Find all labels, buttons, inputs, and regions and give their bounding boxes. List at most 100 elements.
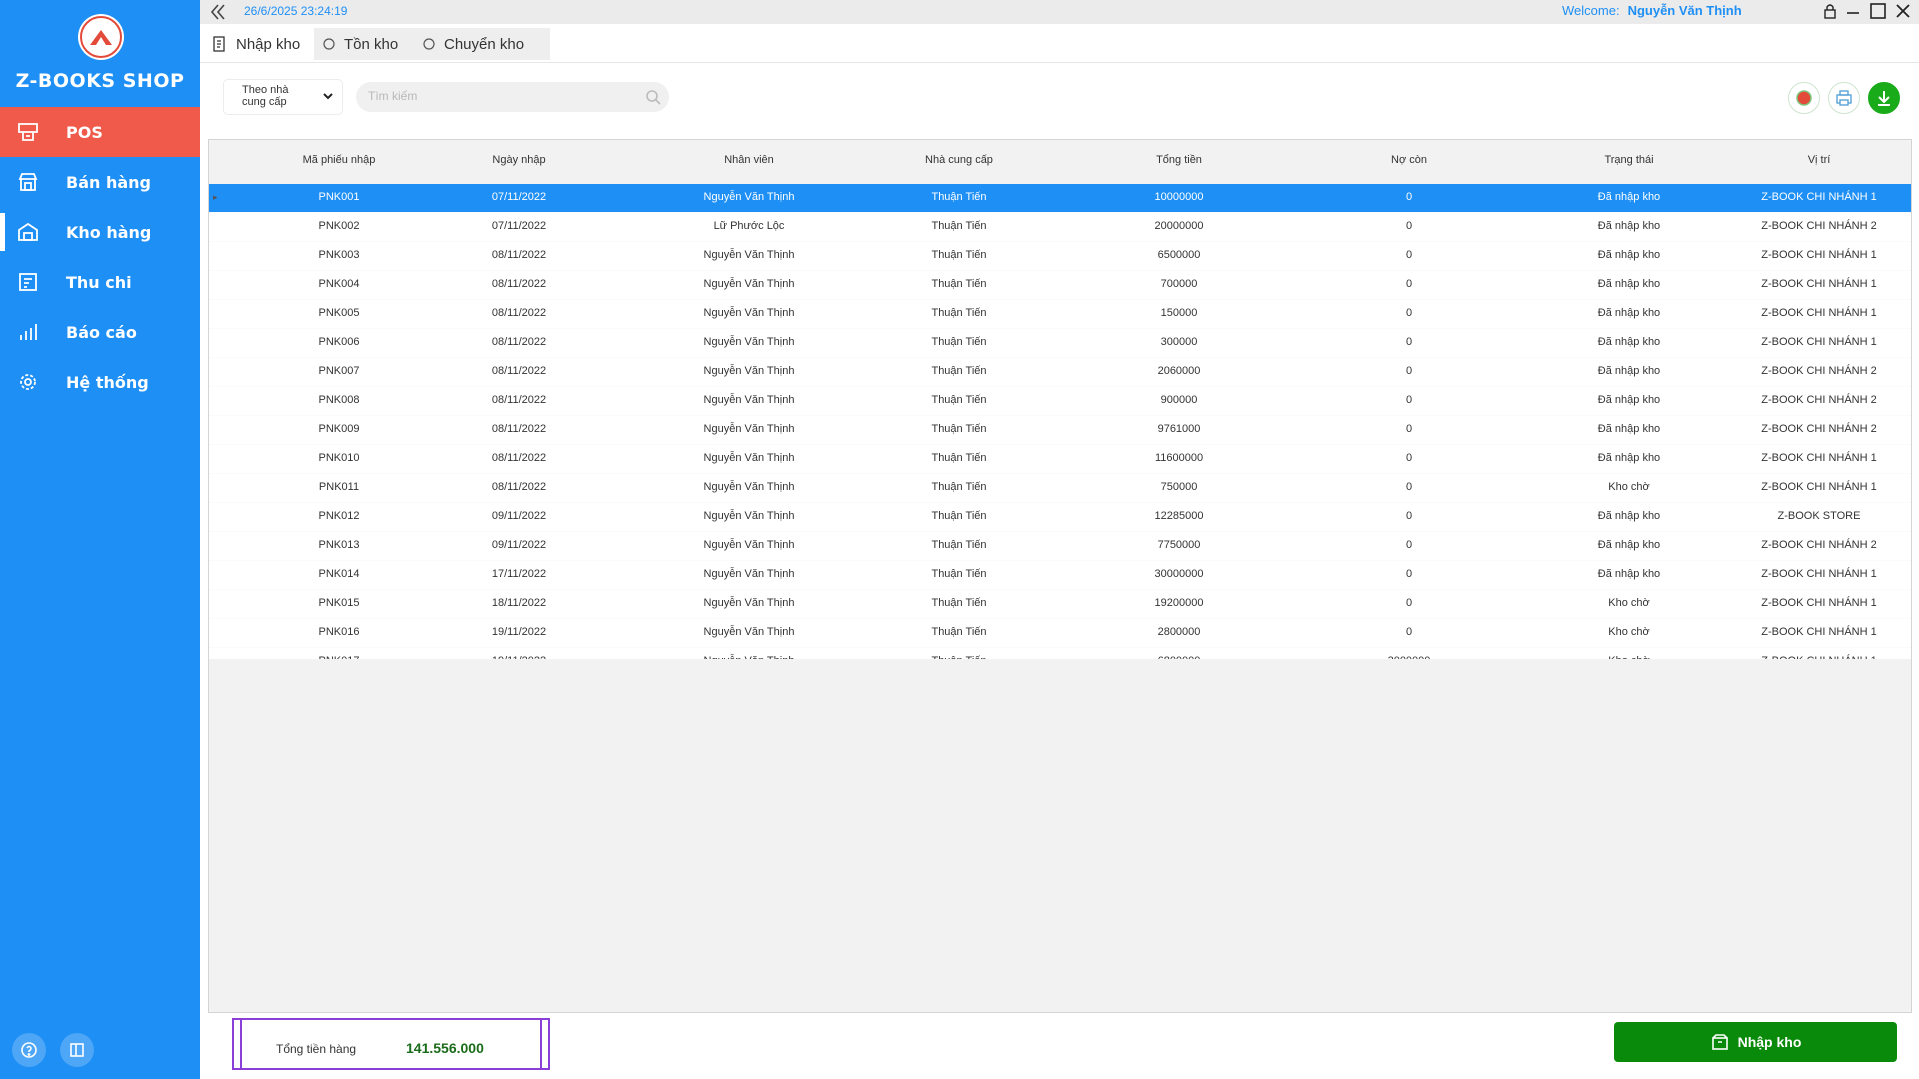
table-cell: Thuận Tiến bbox=[931, 191, 987, 203]
tab-bar: Nhập kho Tồn kho Chuyển kho bbox=[200, 24, 1919, 63]
table-cell: Z-BOOK CHI NHÁNH 1 bbox=[1761, 191, 1877, 203]
tab-nhap-kho[interactable]: Nhập kho bbox=[204, 28, 324, 60]
help-button[interactable] bbox=[12, 1033, 46, 1067]
supplier-filter-select[interactable]: Theo nhà cung cấp bbox=[224, 80, 342, 114]
table-cell: 300000 bbox=[1160, 336, 1198, 348]
table-cell: Z-BOOK CHI NHÁNH 2 bbox=[1761, 365, 1877, 377]
table-cell: Z-BOOK CHI NHÁNH 1 bbox=[1761, 481, 1877, 493]
print-button[interactable] bbox=[1828, 82, 1860, 114]
toolbar-actions bbox=[1788, 82, 1900, 114]
sidebar-item-label: Hệ thống bbox=[66, 372, 149, 392]
col-header[interactable]: Mã phiếu nhập bbox=[249, 154, 429, 166]
import-doc-icon bbox=[212, 36, 228, 52]
sidebar-item-thu-chi[interactable]: Thu chi bbox=[0, 257, 200, 307]
table-cell: Thuận Tiến bbox=[931, 336, 987, 348]
maximize-button[interactable] bbox=[1869, 2, 1887, 25]
table-cell: Nguyễn Văn Thịnh bbox=[703, 278, 795, 290]
table-cell: 7750000 bbox=[1157, 539, 1201, 551]
table-cell: Z-BOOK CHI NHÁNH 1 bbox=[1761, 249, 1877, 261]
search-input[interactable] bbox=[366, 88, 630, 104]
table-cell: PNK011 bbox=[318, 481, 360, 493]
col-header[interactable]: Nhà cung cấp bbox=[869, 154, 1049, 166]
minimize-button[interactable] bbox=[1845, 3, 1861, 24]
col-header[interactable]: Nợ còn bbox=[1309, 154, 1509, 166]
table-cell: 30000000 bbox=[1154, 568, 1204, 580]
table-row[interactable]: PNK011 08/11/2022 Nguyễn Văn Thịnh Thuận Ti… bbox=[209, 474, 1911, 503]
sidebar-item-ban-hang[interactable]: Bán hàng bbox=[0, 157, 200, 207]
table-cell: Nguyễn Văn Thịnh bbox=[703, 365, 795, 377]
table-row[interactable]: ▸ PNK001 07/11/2022 Nguyễn Văn Thịnh Thuận T… bbox=[209, 184, 1911, 213]
table-row[interactable]: PNK014 17/11/2022 Nguyễn Văn Thịnh Thuận Ti… bbox=[209, 561, 1911, 590]
table-cell: 150000 bbox=[1160, 307, 1198, 319]
table-row[interactable]: PNK002 07/11/2022 Lữ Phước Lộc Thuận Tiến 20… bbox=[209, 213, 1911, 242]
col-header[interactable]: Ngày nhập bbox=[449, 154, 589, 166]
table-cell: 0 bbox=[1405, 220, 1413, 232]
close-icon bbox=[1896, 4, 1910, 18]
table-cell: 6500000 bbox=[1157, 249, 1201, 261]
table-cell: PNK009 bbox=[318, 423, 360, 435]
tab-chuyen-kho[interactable]: Chuyển kho bbox=[414, 28, 550, 60]
minimize-icon bbox=[1847, 12, 1859, 14]
record-button[interactable] bbox=[1788, 82, 1820, 114]
lock-button[interactable] bbox=[1823, 3, 1837, 24]
close-button[interactable] bbox=[1895, 3, 1911, 24]
record-icon bbox=[1796, 90, 1812, 106]
table-row[interactable]: PNK006 08/11/2022 Nguyễn Văn Thịnh Thuận Ti… bbox=[209, 329, 1911, 358]
table-cell: PNK005 bbox=[318, 307, 360, 319]
sidebar-item-kho-hang[interactable]: Kho hàng bbox=[0, 207, 200, 257]
table-cell: Đã nhập kho bbox=[1597, 510, 1661, 522]
download-icon bbox=[1878, 91, 1890, 106]
table-row[interactable]: PNK012 09/11/2022 Nguyễn Văn Thịnh Thuận Ti… bbox=[209, 503, 1911, 532]
table-cell: 0 bbox=[1405, 191, 1413, 203]
sidebar-item-label: POS bbox=[66, 122, 103, 142]
download-button[interactable] bbox=[1868, 82, 1900, 114]
sidebar-item-pos[interactable]: POS bbox=[0, 107, 200, 157]
total-panel: Tổng tiền hàng 141.556.000 bbox=[232, 1018, 550, 1070]
table-row[interactable]: PNK004 08/11/2022 Nguyễn Văn Thịnh Thuận Ti… bbox=[209, 271, 1911, 300]
table-row[interactable]: PNK009 08/11/2022 Nguyễn Văn Thịnh Thuận Ti… bbox=[209, 416, 1911, 445]
table-row[interactable]: PNK003 08/11/2022 Nguyễn Văn Thịnh Thuận Ti… bbox=[209, 242, 1911, 271]
col-header[interactable]: Nhân viên bbox=[649, 154, 849, 166]
table-cell: Thuận Tiến bbox=[931, 307, 987, 319]
table-row[interactable]: PNK008 08/11/2022 Nguyễn Văn Thịnh Thuận Ti… bbox=[209, 387, 1911, 416]
col-header[interactable]: Trạng thái bbox=[1529, 154, 1729, 166]
table-cell: PNK007 bbox=[318, 365, 360, 377]
table-row[interactable]: PNK016 19/11/2022 Nguyễn Văn Thịnh Thuận Ti… bbox=[209, 619, 1911, 648]
table-cell: 20000000 bbox=[1154, 220, 1204, 232]
table-cell: 0 bbox=[1405, 365, 1413, 377]
table-cell: Thuận Tiến bbox=[931, 249, 987, 261]
table-row[interactable]: PNK010 08/11/2022 Nguyễn Văn Thịnh Thuận Ti… bbox=[209, 445, 1911, 474]
table-row[interactable]: PNK013 09/11/2022 Nguyễn Văn Thịnh Thuận Ti… bbox=[209, 532, 1911, 561]
col-header[interactable]: Tổng tiền bbox=[1069, 154, 1289, 166]
import-button-label: Nhập kho bbox=[1737, 1034, 1802, 1050]
table-cell: 07/11/2022 bbox=[491, 191, 547, 203]
table-cell: Đã nhập kho bbox=[1597, 307, 1661, 319]
table-cell: 08/11/2022 bbox=[491, 394, 547, 406]
table-cell: Nguyễn Văn Thịnh bbox=[703, 249, 795, 261]
sidebar-footer bbox=[12, 1033, 94, 1067]
box-icon bbox=[1711, 1034, 1728, 1050]
table-cell: Nguyễn Văn Thịnh bbox=[703, 423, 795, 435]
table-cell: Nguyễn Văn Thịnh bbox=[703, 626, 795, 638]
user-name: Nguyễn Văn Thịnh bbox=[1627, 3, 1742, 18]
sidebar-item-he-thong[interactable]: Hệ thống bbox=[0, 357, 200, 407]
table-row[interactable]: PNK005 08/11/2022 Nguyễn Văn Thịnh Thuận Ti… bbox=[209, 300, 1911, 329]
table-cell: Nguyễn Văn Thịnh bbox=[703, 568, 795, 580]
sidebar-item-bao-cao[interactable]: Báo cáo bbox=[0, 307, 200, 357]
table-body: ▸ PNK001 07/11/2022 Nguyễn Văn Thịnh Thuận T… bbox=[209, 184, 1911, 677]
table-cell: Nguyễn Văn Thịnh bbox=[703, 336, 795, 348]
tab-ton-kho[interactable]: Tồn kho bbox=[314, 28, 424, 60]
import-button[interactable]: Nhập kho bbox=[1614, 1022, 1897, 1062]
table-cell: Đã nhập kho bbox=[1597, 394, 1661, 406]
search-box bbox=[356, 82, 669, 112]
table-cell: 2800000 bbox=[1157, 626, 1201, 638]
table-cell: 0 bbox=[1405, 452, 1413, 464]
table-row[interactable]: PNK015 18/11/2022 Nguyễn Văn Thịnh Thuận Ti… bbox=[209, 590, 1911, 619]
col-header[interactable]: Vị trí bbox=[1729, 154, 1909, 166]
collapse-sidebar-button[interactable] bbox=[60, 1033, 94, 1067]
table-cell: Đã nhập kho bbox=[1597, 365, 1661, 377]
table-cell: PNK015 bbox=[318, 597, 360, 609]
table-row[interactable]: PNK007 08/11/2022 Nguyễn Văn Thịnh Thuận Ti… bbox=[209, 358, 1911, 387]
sidebar-item-label: Thu chi bbox=[66, 272, 132, 292]
table-cell: Z-BOOK CHI NHÁNH 1 bbox=[1761, 568, 1877, 580]
